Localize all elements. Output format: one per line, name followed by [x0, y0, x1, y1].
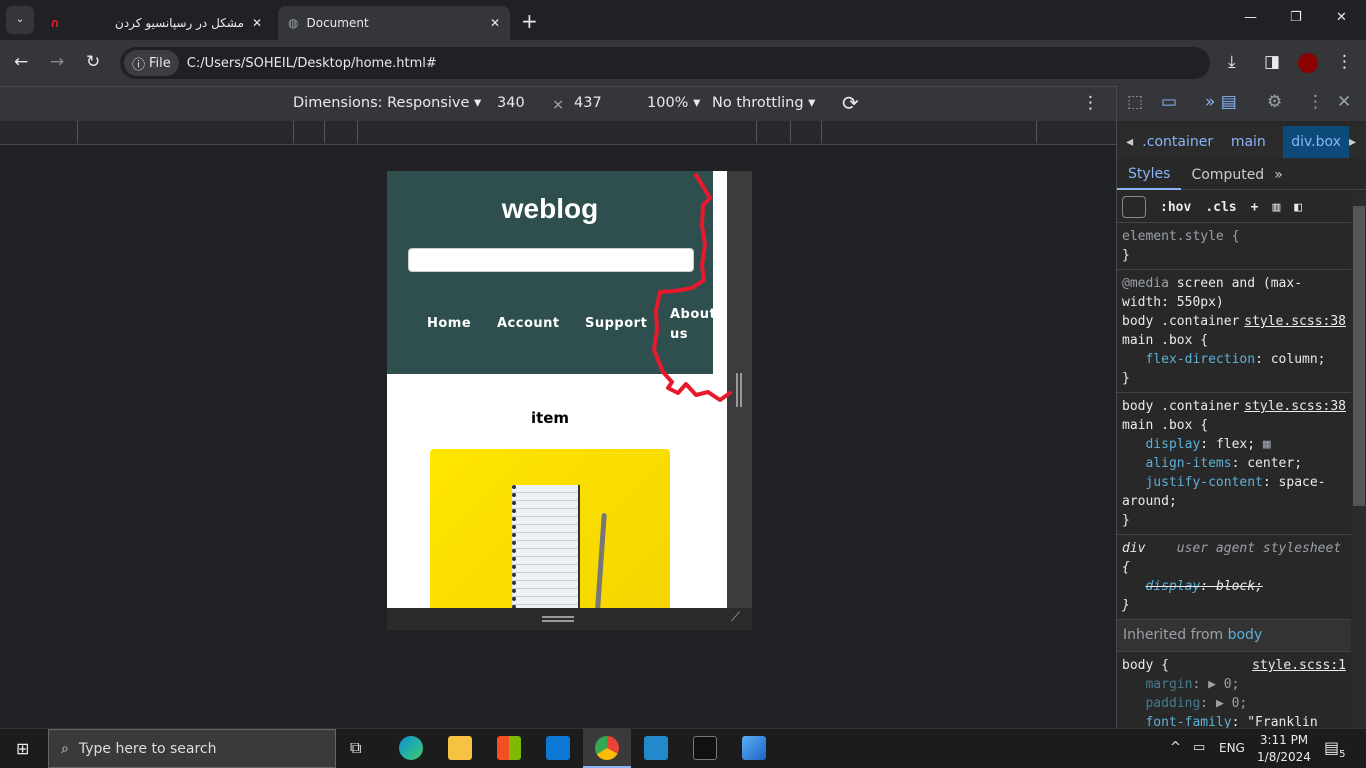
paint-icon[interactable]: ▥: [1272, 198, 1280, 217]
globe-icon: ◍: [288, 16, 299, 30]
styles-scrollbar[interactable]: [1351, 192, 1366, 728]
close-window-button[interactable]: ✕: [1336, 10, 1347, 25]
nav-home[interactable]: Home: [427, 316, 471, 331]
new-tab-button[interactable]: +: [521, 9, 538, 33]
width-input[interactable]: 340: [497, 95, 525, 111]
settings-icon[interactable]: ⚙: [1267, 92, 1282, 112]
side-panel-icon[interactable]: ◨: [1264, 52, 1280, 72]
times-sign: ×: [552, 97, 565, 113]
search-icon: ⌕: [61, 740, 69, 757]
battery-icon[interactable]: ▭: [1193, 740, 1205, 755]
nav-about[interactable]: About us: [670, 305, 716, 345]
edge-icon[interactable]: [399, 736, 423, 760]
close-icon[interactable]: ✕: [490, 16, 500, 30]
profile-avatar[interactable]: [1298, 53, 1318, 73]
dimensions-dropdown[interactable]: Dimensions: Responsive ▾: [293, 95, 481, 111]
tab-quora[interactable]: ∩ مشکل در رسپانسیو کردن ✕: [40, 6, 272, 40]
back-icon[interactable]: ←: [14, 52, 28, 72]
task-view-icon[interactable]: ⧉: [350, 738, 361, 758]
media-rule[interactable]: @media screen and (max-width: 550px) sty…: [1117, 270, 1351, 393]
photos-icon[interactable]: [742, 736, 766, 760]
info-icon: ⓘ: [132, 57, 146, 73]
device-toolbar: Dimensions: Responsive ▾ 340 × 437 100% …: [0, 86, 1116, 121]
devtools-panel: ⬚ ▭ » ▤ ⚙ ⋮ ✕ ◂ .container main div.box …: [1116, 86, 1366, 728]
menu-icon[interactable]: ⋮: [1336, 52, 1353, 72]
breadcrumb-div-box[interactable]: div.box: [1283, 126, 1349, 158]
language-indicator[interactable]: ENG: [1219, 741, 1245, 755]
more-tabs-icon[interactable]: » ▤: [1205, 92, 1237, 112]
new-rule-icon[interactable]: +: [1251, 198, 1259, 217]
close-devtools-icon[interactable]: ✕: [1337, 92, 1351, 112]
taskbar-search[interactable]: ⌕ Type here to search: [48, 729, 336, 768]
breadcrumb-scroll-right[interactable]: ▸: [1349, 134, 1366, 150]
notifications-icon[interactable]: ▤5: [1324, 738, 1346, 760]
forward-icon[interactable]: →: [50, 52, 64, 72]
tab-strip: ⌄ ∩ مشکل در رسپانسیو کردن ✕ ◍ Document ✕…: [0, 0, 1366, 40]
styles-pane: :hov .cls + ▥ ◧ element.style { } @media…: [1117, 192, 1351, 728]
site-logo: weblog: [501, 193, 599, 224]
close-icon[interactable]: ✕: [252, 16, 262, 30]
vscode-icon[interactable]: [644, 736, 668, 760]
breadcrumb-main[interactable]: main: [1231, 134, 1283, 150]
minimize-button[interactable]: —: [1244, 10, 1257, 25]
nav-account[interactable]: Account: [497, 316, 560, 331]
site-search-input[interactable]: [408, 248, 694, 272]
device-toggle-icon[interactable]: ▭: [1161, 92, 1177, 112]
tab-document[interactable]: ◍ Document ✕: [278, 6, 510, 40]
breadcrumb-container[interactable]: .container: [1142, 134, 1231, 150]
restore-button[interactable]: ❐: [1290, 10, 1302, 25]
body-rule[interactable]: style.scss:1 body { margin: ▶ 0; padding:…: [1117, 652, 1351, 728]
filter-row: :hov .cls + ▥ ◧: [1117, 192, 1351, 223]
nav-support[interactable]: Support: [585, 316, 647, 331]
chrome-icon[interactable]: [583, 728, 631, 768]
tab-styles[interactable]: Styles: [1117, 160, 1182, 190]
tray-chevron-icon[interactable]: ^: [1170, 740, 1181, 755]
user-agent-rule: div user agent stylesheet { display: blo…: [1117, 535, 1351, 620]
hov-button[interactable]: :hov: [1160, 198, 1191, 217]
notification-count: 5: [1339, 749, 1346, 761]
tab-computed[interactable]: Computed: [1181, 167, 1274, 183]
media-query-ruler[interactable]: [0, 121, 1116, 145]
viewport-resize-bottom[interactable]: ⟋: [387, 608, 752, 630]
inherited-header: Inherited from body: [1117, 620, 1351, 652]
item-title: item: [530, 409, 570, 427]
download-icon[interactable]: ⤓: [1228, 52, 1236, 72]
windows-start-icon[interactable]: ⊞: [16, 739, 29, 758]
pen-shape: [594, 512, 607, 608]
file-explorer-icon[interactable]: [448, 736, 472, 760]
breadcrumb: ◂ .container main div.box ▸: [1117, 126, 1366, 158]
zoom-dropdown[interactable]: 100% ▾: [647, 95, 700, 111]
filter-input[interactable]: [1122, 196, 1146, 218]
resize-corner-icon[interactable]: ⟋: [731, 610, 740, 625]
flexbox-editor-icon[interactable]: ▦: [1263, 437, 1271, 452]
more-options-icon[interactable]: ⋮: [1307, 92, 1324, 112]
address-bar[interactable]: ⓘ File C:/Users/SOHEIL/Desktop/home.html#: [120, 47, 1210, 79]
more-tabs-icon[interactable]: »: [1274, 167, 1283, 183]
breadcrumb-scroll-left[interactable]: ◂: [1117, 134, 1142, 150]
styles-tabs: Styles Computed »: [1117, 160, 1366, 190]
terminal-icon[interactable]: [693, 736, 717, 760]
clock[interactable]: 3:11 PM 1/8/2024: [1252, 732, 1316, 766]
height-input[interactable]: 437: [574, 95, 602, 111]
box-rule[interactable]: style.scss:38 body .container main .box {…: [1117, 393, 1351, 535]
site-header: weblog Home Account Support About us: [387, 171, 716, 374]
notebook-image: [430, 449, 670, 608]
store-icon[interactable]: [497, 736, 521, 760]
reload-icon[interactable]: ↻: [86, 52, 100, 72]
rotate-icon[interactable]: ⟳: [842, 91, 859, 115]
mail-icon[interactable]: [546, 736, 570, 760]
site-info-chip[interactable]: ⓘ File: [124, 50, 179, 76]
devtools-toolbar: ⬚ ▭ » ▤ ⚙ ⋮ ✕: [1117, 86, 1366, 121]
tab-search-button[interactable]: ⌄: [6, 6, 34, 34]
element-style-rule[interactable]: element.style { }: [1117, 223, 1351, 270]
throttling-dropdown[interactable]: No throttling ▾: [712, 95, 815, 111]
quora-icon: ∩: [50, 16, 60, 30]
sidebar-toggle-icon[interactable]: ◧: [1294, 198, 1302, 217]
cls-button[interactable]: .cls: [1205, 198, 1236, 217]
inspect-icon[interactable]: ⬚: [1127, 92, 1143, 112]
emulated-page: weblog Home Account Support About us item: [387, 171, 727, 608]
notebook-shape: [512, 485, 580, 608]
more-options-icon[interactable]: ⋮: [1082, 93, 1099, 113]
viewport-resize-right[interactable]: [727, 171, 752, 608]
